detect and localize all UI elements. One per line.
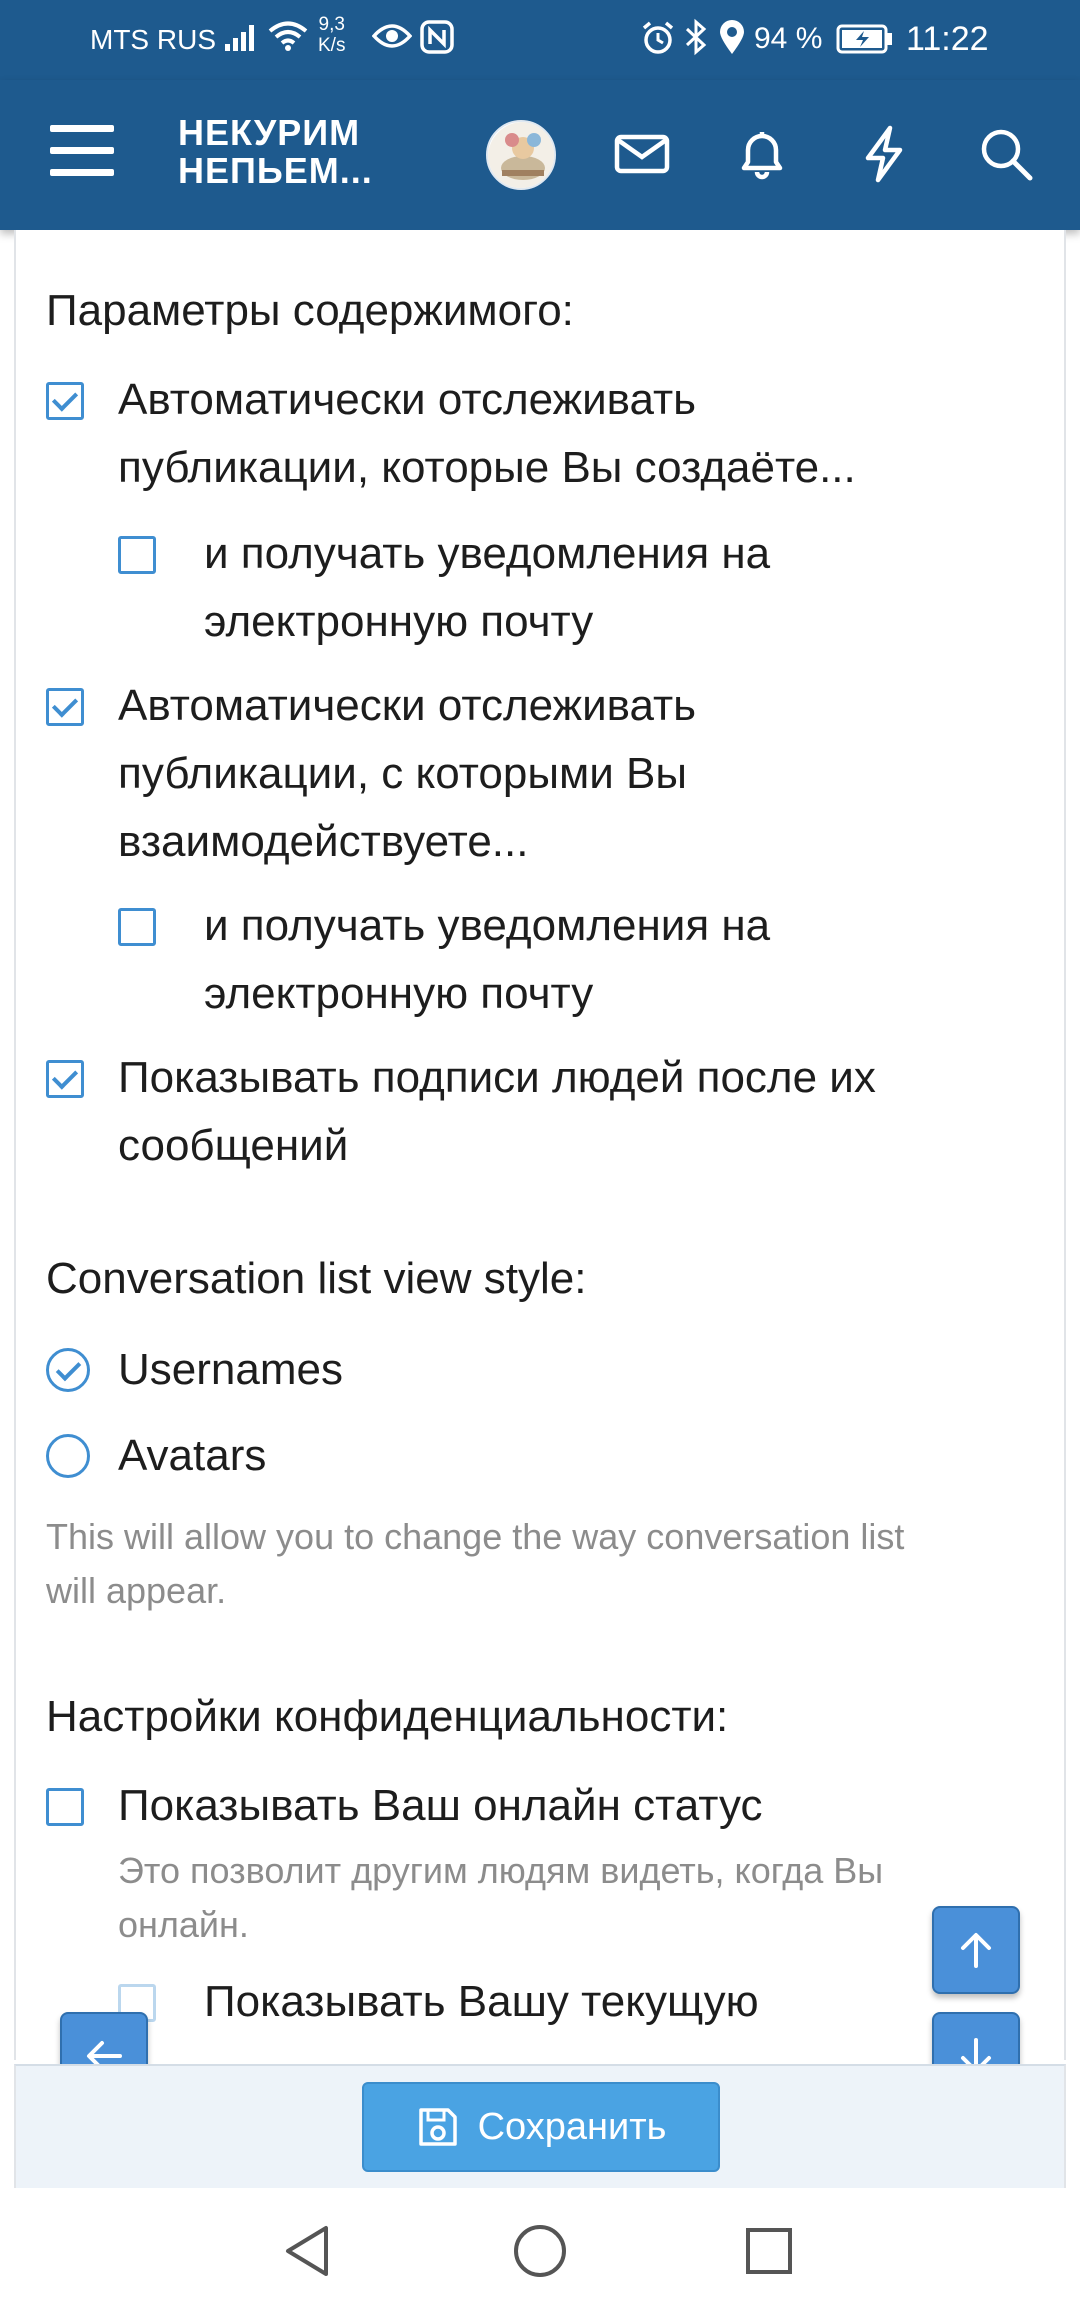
auto-watch-interacted-line-2: публикации, с которыми Вы xyxy=(118,749,688,798)
clock: 11:22 xyxy=(906,20,989,58)
auto-watch-interacted-line-1: Автоматически отслеживать xyxy=(118,681,697,730)
show-signatures-line-1: Показывать подписи людей после их xyxy=(118,1053,876,1102)
email-interacted-line-2: электронную почту xyxy=(204,969,594,1018)
network-speed-value: 9,3 xyxy=(318,14,345,35)
email-created-label[interactable]: и получать уведомления на электронную по… xyxy=(204,520,770,656)
mail-icon[interactable] xyxy=(610,122,674,186)
logo-line-1: НЕКУРИМ xyxy=(178,112,361,153)
bluetooth-icon xyxy=(682,18,710,61)
nav-back-icon[interactable] xyxy=(274,2216,344,2286)
show-signatures-label[interactable]: Показывать подписи людей после их сообще… xyxy=(118,1044,876,1180)
email-created-line-1: и получать уведомления на xyxy=(204,529,771,578)
content-options-title: Параметры содержимого: xyxy=(46,286,574,335)
nfc-icon xyxy=(420,20,454,59)
location-icon xyxy=(718,18,746,61)
carrier-label: MTS RUS xyxy=(90,24,216,55)
app-header: НЕКУРИМ НЕПЬЕМ... xyxy=(0,80,1080,230)
eye-comfort-icon xyxy=(371,22,413,55)
search-icon[interactable] xyxy=(974,122,1038,186)
floppy-disk-icon xyxy=(418,2108,457,2146)
auto-watch-interacted-checkbox[interactable] xyxy=(46,688,84,726)
auto-watch-created-label[interactable]: Автоматически отслеживать публикации, ко… xyxy=(118,366,856,502)
nav-home-icon[interactable] xyxy=(505,2216,575,2286)
network-speed-unit: K/s xyxy=(318,35,346,56)
current-activity-label[interactable]: Показывать Вашу текущую xyxy=(204,1968,759,2036)
alarm-icon xyxy=(640,20,676,61)
avatar[interactable] xyxy=(486,120,556,190)
auto-watch-created-line-2: публикации, которые Вы создаёте... xyxy=(118,443,856,492)
arrow-up-icon xyxy=(961,1933,991,1968)
wifi-icon xyxy=(268,20,308,57)
show-signatures-checkbox[interactable] xyxy=(46,1060,84,1098)
menu-icon[interactable] xyxy=(48,122,116,180)
auto-watch-created-line-1: Автоматически отслеживать xyxy=(118,375,697,424)
avatars-radio[interactable] xyxy=(46,1434,90,1478)
network-speed: 9,3 K/s xyxy=(318,14,345,56)
preferences-panel: Параметры содержимого: Автоматически отс… xyxy=(14,230,1066,2060)
lightning-icon[interactable] xyxy=(852,122,916,186)
site-logo[interactable]: НЕКУРИМ НЕПЬЕМ... xyxy=(178,114,373,190)
avatars-label[interactable]: Avatars xyxy=(118,1422,266,1490)
privacy-settings-title: Настройки конфиденциальности: xyxy=(46,1692,729,1741)
save-bar: Сохранить xyxy=(14,2064,1066,2188)
bell-icon[interactable] xyxy=(730,122,794,186)
system-navigation-bar xyxy=(0,2190,1080,2312)
scroll-top-button[interactable] xyxy=(932,1906,1020,1994)
nav-recents-icon[interactable] xyxy=(734,2216,804,2286)
signal-icon xyxy=(224,22,260,57)
email-interacted-label[interactable]: и получать уведомления на электронную по… xyxy=(204,892,770,1028)
email-interacted-checkbox[interactable] xyxy=(118,908,156,946)
online-status-hint: Это позволит другим людям видеть, когда … xyxy=(118,1844,883,1952)
usernames-radio[interactable] xyxy=(46,1348,90,1392)
online-status-hint-line-2: онлайн. xyxy=(118,1904,249,1945)
auto-watch-created-checkbox[interactable] xyxy=(46,382,84,420)
show-signatures-line-2: сообщений xyxy=(118,1121,349,1170)
email-created-checkbox[interactable] xyxy=(118,536,156,574)
email-interacted-line-1: и получать уведомления на xyxy=(204,901,771,950)
auto-watch-interacted-line-3: взаимодействуете... xyxy=(118,817,529,866)
battery-charging-icon xyxy=(836,24,894,59)
conversation-style-hint: This will allow you to change the way co… xyxy=(46,1510,904,1618)
auto-watch-interacted-label[interactable]: Автоматически отслеживать публикации, с … xyxy=(118,672,696,876)
email-created-line-2: электронную почту xyxy=(204,597,594,646)
save-button-label: Сохранить xyxy=(477,2105,667,2148)
online-status-checkbox[interactable] xyxy=(46,1788,84,1826)
conversation-style-hint-line-1: This will allow you to change the way co… xyxy=(46,1516,905,1557)
save-button[interactable]: Сохранить xyxy=(362,2082,720,2172)
status-bar: MTS RUS 9,3 K/s 94 % 11:22 xyxy=(0,0,1080,80)
online-status-label[interactable]: Показывать Ваш онлайн статус xyxy=(118,1772,762,1840)
conversation-style-title: Conversation list view style: xyxy=(46,1254,587,1303)
usernames-label[interactable]: Usernames xyxy=(118,1336,343,1404)
logo-line-2: НЕПЬЕМ... xyxy=(178,150,373,191)
conversation-style-hint-line-2: will appear. xyxy=(46,1570,227,1611)
online-status-hint-line-1: Это позволит другим людям видеть, когда … xyxy=(118,1850,884,1891)
battery-percent: 94 % xyxy=(754,22,823,55)
